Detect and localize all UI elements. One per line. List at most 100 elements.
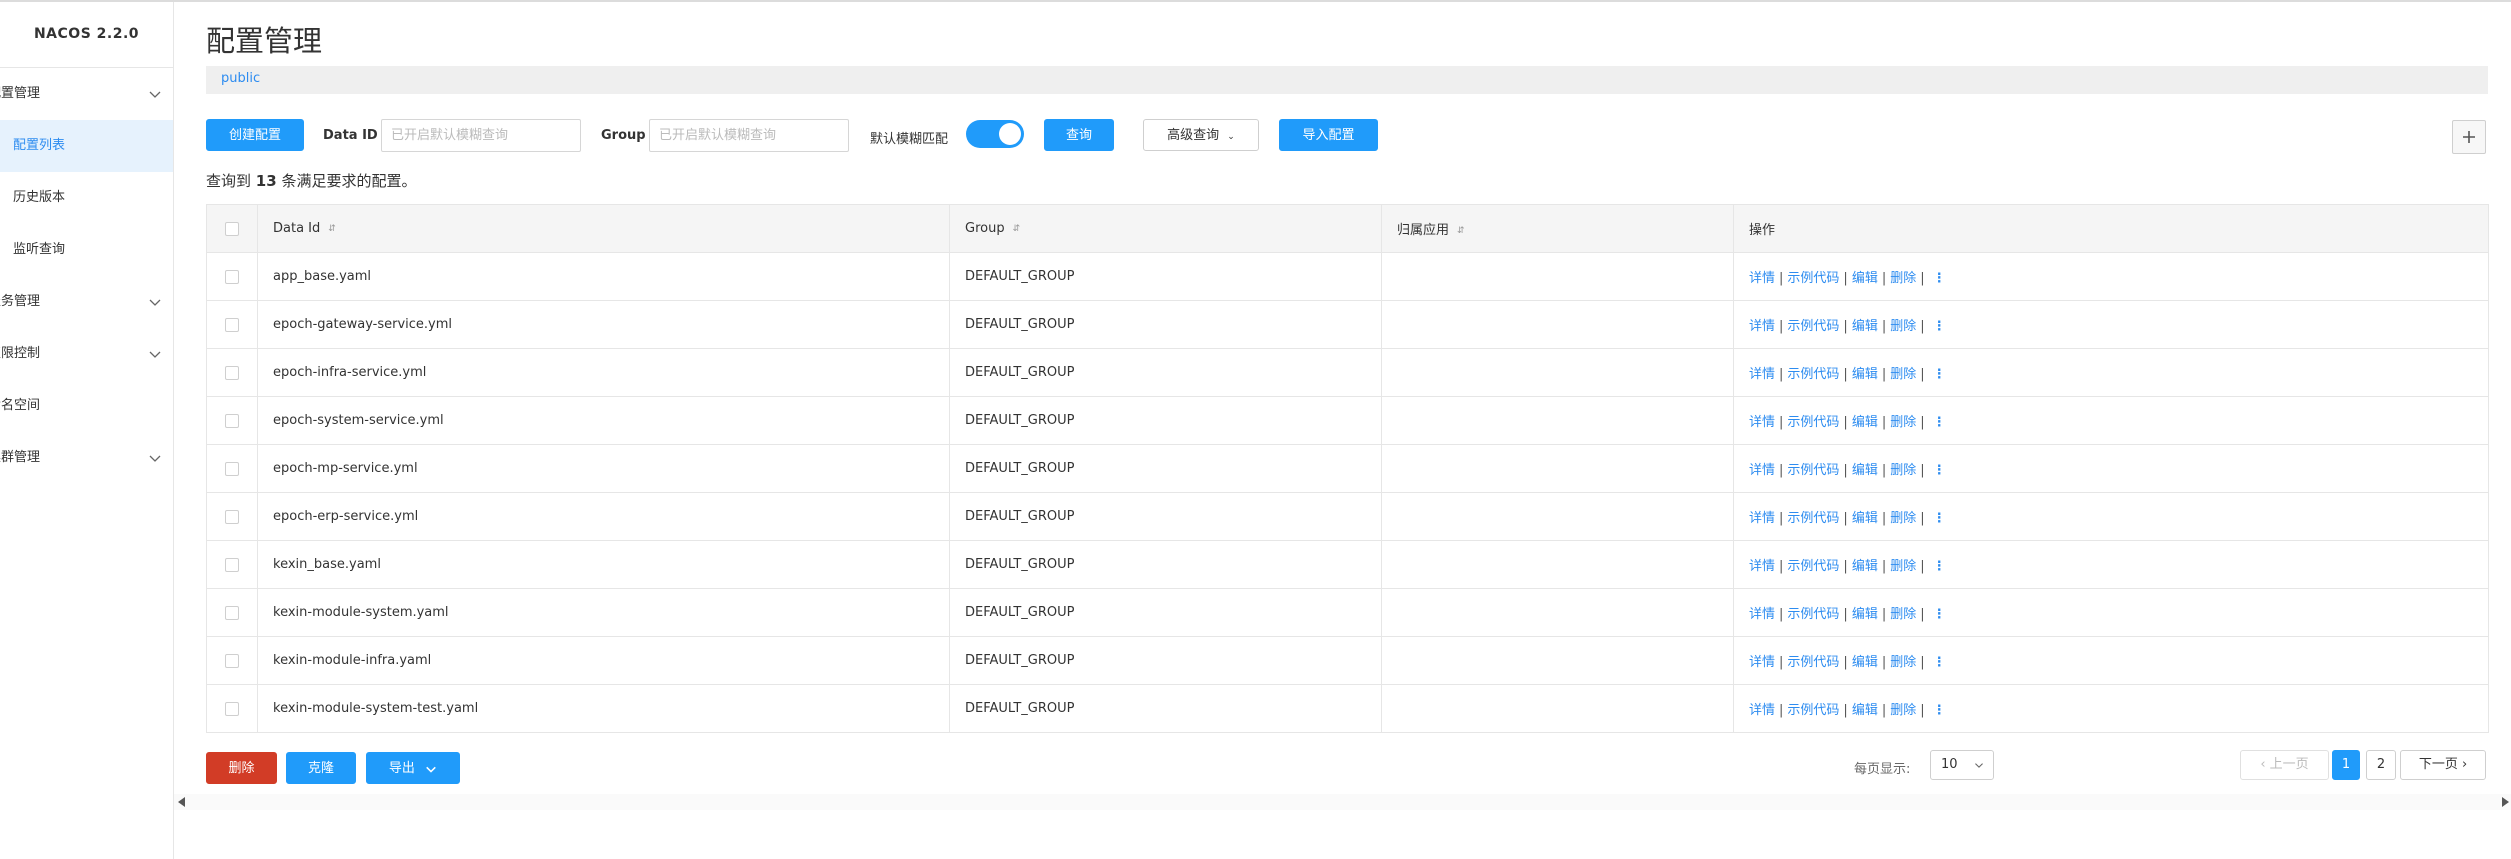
row-checkbox[interactable] bbox=[225, 461, 239, 476]
separator: | bbox=[1881, 319, 1887, 334]
detail-link[interactable]: 详情 bbox=[1749, 511, 1775, 526]
sidebar-item-cluster-management[interactable]: 集群管理 bbox=[0, 432, 173, 484]
sample-code-link[interactable]: 示例代码 bbox=[1787, 319, 1839, 334]
sample-code-link[interactable]: 示例代码 bbox=[1787, 607, 1839, 622]
edit-link[interactable]: 编辑 bbox=[1852, 463, 1878, 478]
sort-icon[interactable]: ⇵ bbox=[1457, 226, 1465, 236]
sort-icon[interactable]: ⇵ bbox=[1013, 224, 1021, 234]
fuzzy-match-toggle[interactable] bbox=[966, 120, 1024, 148]
sidebar-item-config-management[interactable]: 配置管理 bbox=[0, 68, 173, 120]
edit-link[interactable]: 编辑 bbox=[1852, 271, 1878, 286]
row-checkbox[interactable] bbox=[225, 413, 239, 428]
sidebar-subitem-history[interactable]: 历史版本 bbox=[0, 172, 173, 224]
edit-link[interactable]: 编辑 bbox=[1852, 319, 1878, 334]
detail-link[interactable]: 详情 bbox=[1749, 415, 1775, 430]
sample-code-link[interactable]: 示例代码 bbox=[1787, 415, 1839, 430]
delete-link[interactable]: 删除 bbox=[1890, 511, 1916, 526]
edit-link[interactable]: 编辑 bbox=[1852, 607, 1878, 622]
delete-link[interactable]: 删除 bbox=[1890, 655, 1916, 670]
import-config-button[interactable]: 导入配置 bbox=[1279, 119, 1378, 151]
detail-link[interactable]: 详情 bbox=[1749, 607, 1775, 622]
col-header-app[interactable]: 归属应用 ⇵ bbox=[1381, 204, 1734, 253]
col-header-data-id[interactable]: Data Id ⇵ bbox=[257, 204, 950, 253]
sidebar-item-namespace[interactable]: 命名空间 bbox=[0, 380, 173, 432]
group-input[interactable] bbox=[649, 119, 849, 152]
advanced-query-button[interactable]: 高级查询 ⌄ bbox=[1143, 119, 1259, 151]
more-icon[interactable]: ⋮ bbox=[1933, 703, 1946, 718]
edit-link[interactable]: 编辑 bbox=[1852, 511, 1878, 526]
row-checkbox[interactable] bbox=[225, 269, 239, 284]
sample-code-link[interactable]: 示例代码 bbox=[1787, 271, 1839, 286]
row-checkbox[interactable] bbox=[225, 653, 239, 668]
more-icon[interactable]: ⋮ bbox=[1933, 415, 1946, 430]
row-checkbox[interactable] bbox=[225, 557, 239, 572]
delete-link[interactable]: 删除 bbox=[1890, 607, 1916, 622]
sample-code-link[interactable]: 示例代码 bbox=[1787, 703, 1839, 718]
page-size-value: 10 bbox=[1941, 757, 1958, 772]
sort-icon[interactable]: ⇵ bbox=[328, 224, 336, 234]
edit-link[interactable]: 编辑 bbox=[1852, 367, 1878, 382]
more-icon[interactable]: ⋮ bbox=[1933, 511, 1946, 526]
sidebar-subitem-listener-query[interactable]: 监听查询 bbox=[0, 224, 173, 276]
clone-button[interactable]: 克隆 bbox=[286, 752, 356, 784]
sample-code-link[interactable]: 示例代码 bbox=[1787, 463, 1839, 478]
cell-app bbox=[1381, 252, 1734, 301]
horizontal-scrollbar[interactable] bbox=[174, 794, 2511, 810]
select-all-checkbox[interactable] bbox=[225, 221, 239, 236]
scroll-right-icon[interactable] bbox=[2502, 797, 2509, 807]
add-icon[interactable] bbox=[2452, 120, 2486, 154]
edit-link[interactable]: 编辑 bbox=[1852, 415, 1878, 430]
delete-link[interactable]: 删除 bbox=[1890, 463, 1916, 478]
delete-link[interactable]: 删除 bbox=[1890, 559, 1916, 574]
sample-code-link[interactable]: 示例代码 bbox=[1787, 559, 1839, 574]
create-config-button[interactable]: 创建配置 bbox=[206, 119, 304, 151]
delete-link[interactable]: 删除 bbox=[1890, 703, 1916, 718]
namespace-link-public[interactable]: public bbox=[221, 71, 260, 86]
detail-link[interactable]: 详情 bbox=[1749, 559, 1775, 574]
more-icon[interactable]: ⋮ bbox=[1933, 367, 1946, 382]
delete-link[interactable]: 删除 bbox=[1890, 319, 1916, 334]
row-checkbox[interactable] bbox=[225, 317, 239, 332]
sample-code-link[interactable]: 示例代码 bbox=[1787, 655, 1839, 670]
sample-code-link[interactable]: 示例代码 bbox=[1787, 511, 1839, 526]
row-checkbox[interactable] bbox=[225, 605, 239, 620]
delete-link[interactable]: 删除 bbox=[1890, 367, 1916, 382]
prev-page-button[interactable]: ‹ 上一页 bbox=[2240, 750, 2329, 780]
col-header-group[interactable]: Group ⇵ bbox=[949, 204, 1382, 253]
cell-group: DEFAULT_GROUP bbox=[949, 540, 1382, 589]
row-checkbox[interactable] bbox=[225, 701, 239, 716]
more-icon[interactable]: ⋮ bbox=[1933, 271, 1946, 286]
more-icon[interactable]: ⋮ bbox=[1933, 655, 1946, 670]
sidebar-item-service-management[interactable]: 服务管理 bbox=[0, 276, 173, 328]
detail-link[interactable]: 详情 bbox=[1749, 271, 1775, 286]
detail-link[interactable]: 详情 bbox=[1749, 367, 1775, 382]
data-id-input[interactable] bbox=[381, 119, 581, 152]
delete-link[interactable]: 删除 bbox=[1890, 271, 1916, 286]
detail-link[interactable]: 详情 bbox=[1749, 319, 1775, 334]
sidebar-subitem-config-list[interactable]: 配置列表 bbox=[0, 120, 173, 172]
more-icon[interactable]: ⋮ bbox=[1933, 319, 1946, 334]
edit-link[interactable]: 编辑 bbox=[1852, 559, 1878, 574]
sidebar-item-access-control[interactable]: 权限控制 bbox=[0, 328, 173, 380]
page-2-button[interactable]: 2 bbox=[2366, 750, 2396, 780]
page-1-button[interactable]: 1 bbox=[2332, 750, 2360, 780]
row-checkbox-cell bbox=[206, 588, 258, 637]
sample-code-link[interactable]: 示例代码 bbox=[1787, 367, 1839, 382]
next-page-button[interactable]: 下一页 › bbox=[2400, 750, 2486, 780]
page-size-select[interactable]: 10 bbox=[1930, 750, 1994, 780]
edit-link[interactable]: 编辑 bbox=[1852, 703, 1878, 718]
export-button[interactable]: 导出 bbox=[366, 752, 460, 784]
query-button[interactable]: 查询 bbox=[1044, 119, 1114, 151]
detail-link[interactable]: 详情 bbox=[1749, 655, 1775, 670]
detail-link[interactable]: 详情 bbox=[1749, 463, 1775, 478]
more-icon[interactable]: ⋮ bbox=[1933, 463, 1946, 478]
delete-link[interactable]: 删除 bbox=[1890, 415, 1916, 430]
delete-button[interactable]: 删除 bbox=[206, 752, 277, 784]
row-checkbox[interactable] bbox=[225, 365, 239, 380]
scroll-left-icon[interactable] bbox=[178, 797, 185, 807]
detail-link[interactable]: 详情 bbox=[1749, 703, 1775, 718]
edit-link[interactable]: 编辑 bbox=[1852, 655, 1878, 670]
more-icon[interactable]: ⋮ bbox=[1933, 607, 1946, 622]
more-icon[interactable]: ⋮ bbox=[1933, 559, 1946, 574]
row-checkbox[interactable] bbox=[225, 509, 239, 524]
